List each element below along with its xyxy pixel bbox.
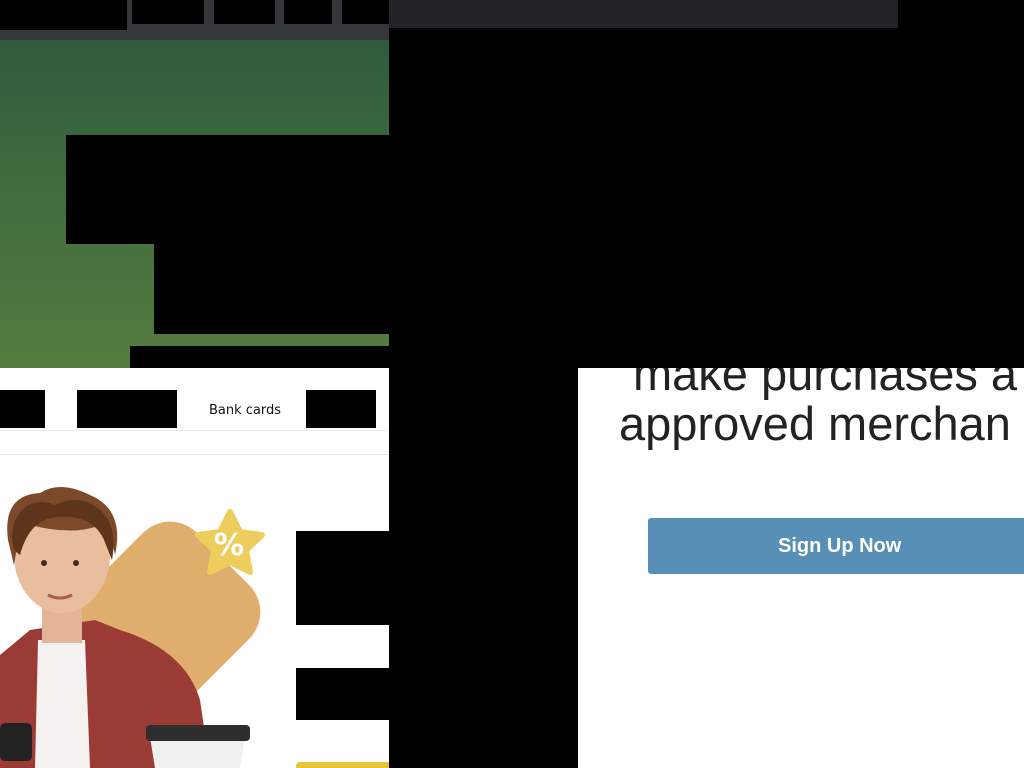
background-page: Bank cards % — [0, 0, 389, 768]
redacted-nav-tab[interactable] — [214, 0, 275, 24]
promo-section: % — [0, 455, 389, 768]
signup-modal-fragment: make purchases a approved merchan Sign U… — [578, 368, 1024, 768]
redacted-hero-heading — [66, 135, 389, 244]
redacted-promo-text — [296, 668, 389, 720]
redacted-hero-text — [154, 244, 389, 334]
headline-line-1: make purchases a — [633, 368, 1018, 400]
redacted-promo-heading — [296, 531, 389, 625]
browser-chrome-strip — [389, 0, 898, 28]
product-navigation: Bank cards — [0, 368, 389, 455]
promo-button-edge[interactable] — [296, 762, 389, 768]
redacted-nav-tab[interactable] — [284, 0, 332, 24]
redacted-nav-tab[interactable] — [342, 0, 389, 24]
sign-up-button[interactable]: Sign Up Now — [648, 518, 1024, 574]
modal-headline: make purchases a approved merchan — [619, 368, 1024, 449]
redacted-nav-tab[interactable] — [0, 0, 127, 30]
top-navigation-bar — [0, 0, 389, 40]
redacted-nav-item[interactable] — [0, 390, 45, 428]
svg-text:%: % — [214, 528, 244, 563]
headline-line-2: approved merchan — [619, 397, 1011, 450]
redacted-nav-item[interactable] — [77, 390, 177, 428]
redacted-nav-item[interactable] — [306, 390, 376, 428]
divider — [0, 430, 389, 431]
hero-banner — [0, 40, 389, 368]
redacted-hero-button[interactable] — [130, 346, 389, 368]
redacted-nav-tab[interactable] — [132, 0, 204, 24]
nav-item-bank-cards[interactable]: Bank cards — [209, 403, 281, 418]
promo-illustration: % — [0, 486, 265, 768]
